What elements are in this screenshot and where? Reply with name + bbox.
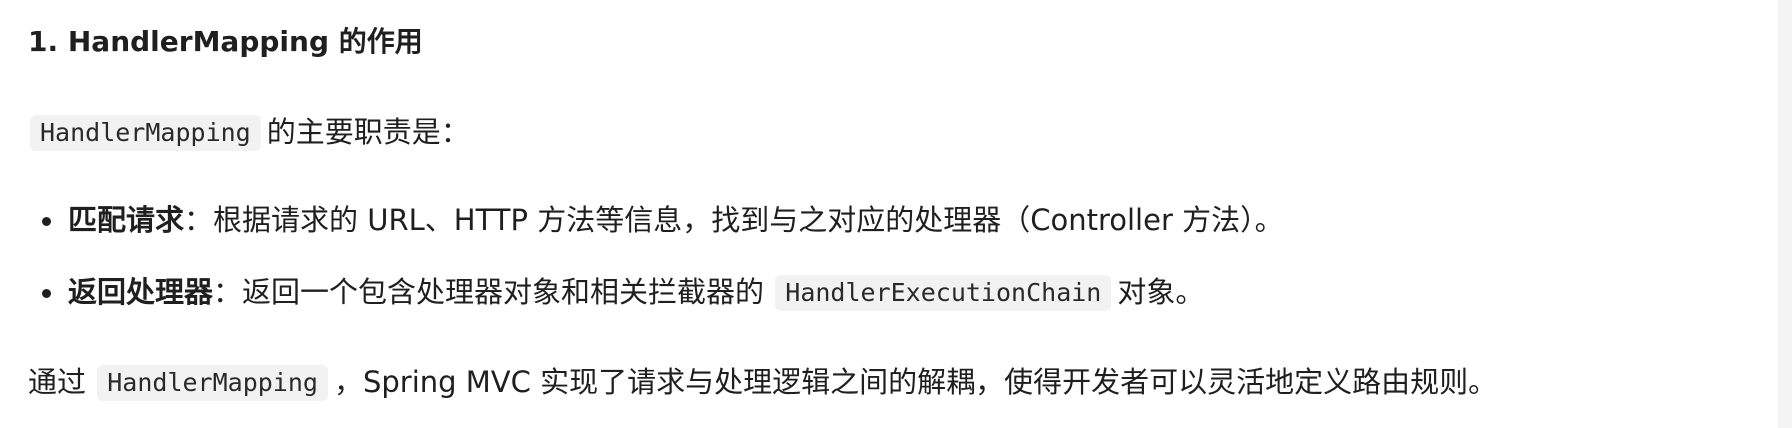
bullet-text-after: 对象。 — [1117, 275, 1205, 309]
bullet-colon: ： — [213, 275, 243, 309]
conclusion-text-before: 通过 — [28, 365, 87, 399]
bullet-text: 根据请求的 URL、HTTP 方法等信息，找到与之对应的处理器（Controll… — [213, 203, 1284, 237]
inline-code-handler-mapping: HandlerMapping — [30, 115, 261, 151]
list-item: 匹配请求：根据请求的 URL、HTTP 方法等信息，找到与之对应的处理器（Con… — [28, 198, 1284, 242]
section-heading: 1. HandlerMapping 的作用 — [28, 25, 423, 58]
bullet-label: 匹配请求 — [68, 203, 185, 237]
bullet-label: 返回处理器 — [68, 275, 214, 309]
intro-text: 的主要职责是： — [266, 115, 470, 149]
intro-paragraph: HandlerMapping 的主要职责是： — [28, 110, 470, 154]
bullet-colon: ： — [184, 203, 214, 237]
conclusion-paragraph: 通过 HandlerMapping ，Spring MVC 实现了请求与处理逻辑之… — [28, 360, 1497, 404]
bullet-text-before: 返回一个包含处理器对象和相关拦截器的 — [242, 275, 765, 309]
bullet-dot-icon — [42, 217, 51, 226]
scrollbar-track[interactable] — [1778, 0, 1792, 428]
inline-code-handler-execution-chain: HandlerExecutionChain — [775, 275, 1112, 311]
list-item: 返回处理器：返回一个包含处理器对象和相关拦截器的 HandlerExecutio… — [28, 270, 1284, 314]
bullet-dot-icon — [42, 289, 51, 298]
inline-code-handler-mapping: HandlerMapping — [97, 365, 328, 401]
bullet-list: 匹配请求：根据请求的 URL、HTTP 方法等信息，找到与之对应的处理器（Con… — [28, 198, 1284, 314]
conclusion-text-after: ，Spring MVC 实现了请求与处理逻辑之间的解耦，使得开发者可以灵活地定义… — [333, 365, 1498, 399]
